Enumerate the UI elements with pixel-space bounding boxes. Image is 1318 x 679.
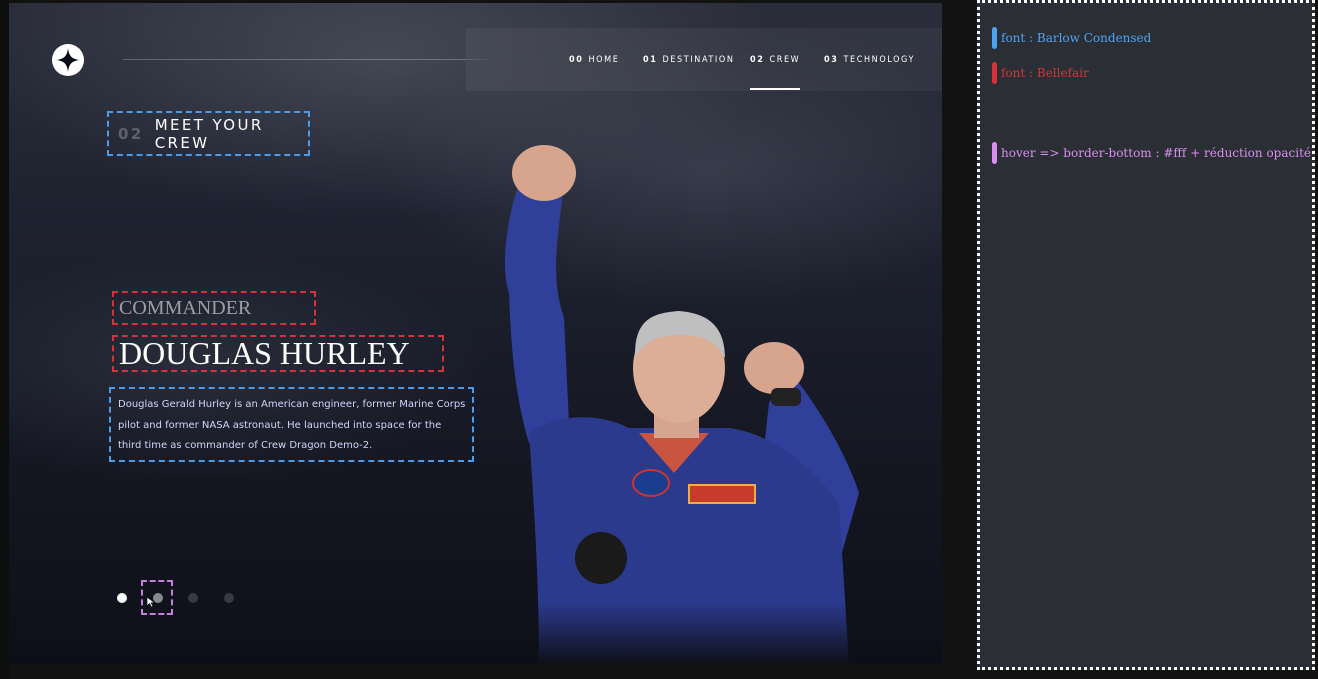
left-strip	[0, 0, 9, 679]
page-heading: 02 MEET YOUR CREW	[107, 111, 310, 156]
crew-bio: Douglas Gerald Hurley is an American eng…	[109, 387, 474, 462]
nav-item-number: 02	[750, 54, 765, 65]
slider-dot-1[interactable]	[117, 593, 127, 603]
nav-item-label: TECHNOLOGY	[843, 54, 916, 65]
mouse-cursor-icon	[146, 596, 156, 608]
nav-item-number: 03	[824, 54, 839, 65]
crew-role: COMMANDER	[112, 291, 316, 325]
nav-item-crew[interactable]: 02 CREW	[750, 28, 801, 91]
nav-item-label: HOME	[588, 54, 620, 65]
page-heading-number: 02	[118, 124, 144, 143]
annotation-barlow: font : Barlow Condensed	[992, 27, 1151, 49]
annotation-text: hover => border-bottom : #fff + réductio…	[1001, 146, 1311, 160]
astronaut-image	[504, 145, 859, 664]
annotation-text: font : Barlow Condensed	[1001, 31, 1152, 45]
annotation-marker	[992, 27, 997, 49]
slider-dot-4[interactable]	[224, 593, 234, 603]
nav-item-destination[interactable]: 01 DESTINATION	[643, 28, 735, 91]
nav-item-home[interactable]: 00 HOME	[569, 28, 619, 91]
annotation-bellefair: font : Bellefair	[992, 62, 1089, 84]
annotation-marker	[992, 142, 997, 164]
annotation-hover: hover => border-bottom : #fff + réductio…	[992, 142, 1311, 164]
page-heading-text: MEET YOUR CREW	[154, 115, 264, 152]
crew-bio-text: Douglas Gerald Hurley is an American eng…	[118, 399, 466, 451]
nav-item-label: CREW	[769, 54, 801, 65]
star-logo-icon	[56, 48, 80, 72]
annotation-marker	[992, 62, 997, 84]
annotation-panel: font : Barlow Condensed font : Bellefair…	[977, 0, 1315, 670]
crew-name-text: DOUGLAS HURLEY	[119, 335, 410, 371]
nav-item-technology[interactable]: 03 TECHNOLOGY	[824, 28, 915, 91]
nav-item-number: 01	[643, 54, 658, 65]
crew-page-mockup: 00 HOME 01 DESTINATION 02 CREW 03 TECHNO…	[9, 3, 942, 664]
annotation-text: font : Bellefair	[1001, 66, 1089, 80]
divider-line	[123, 59, 488, 60]
logo[interactable]	[52, 44, 84, 76]
crew-name: DOUGLAS HURLEY	[112, 335, 444, 372]
nav-item-label: DESTINATION	[662, 54, 735, 65]
slider-dot-3[interactable]	[188, 593, 198, 603]
nav-item-number: 00	[569, 54, 584, 65]
main-navbar: 00 HOME 01 DESTINATION 02 CREW 03 TECHNO…	[466, 28, 942, 91]
crew-role-text: COMMANDER	[119, 296, 252, 319]
